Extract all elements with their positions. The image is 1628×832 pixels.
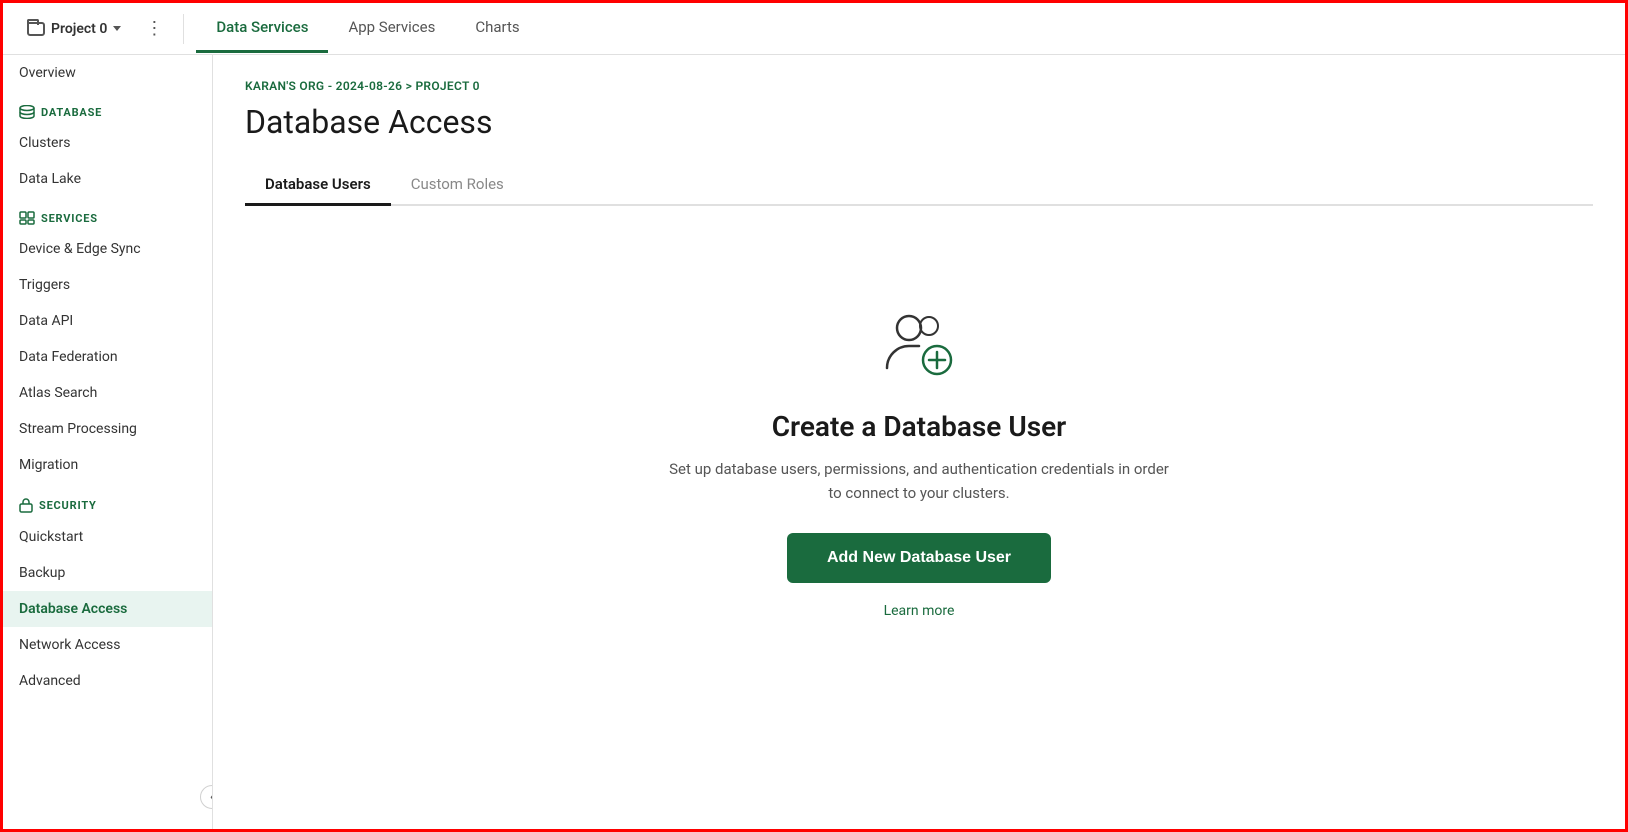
services-icon (19, 211, 35, 225)
folder-icon (27, 22, 45, 36)
lock-icon (19, 497, 33, 513)
empty-state: Create a Database User Set up database u… (245, 246, 1593, 679)
nav-tab-charts[interactable]: Charts (455, 4, 539, 53)
add-user-illustration (879, 306, 959, 386)
sidebar-item-stream-processing[interactable]: Stream Processing (3, 411, 212, 447)
nav-divider (183, 14, 184, 44)
sidebar-item-data-api[interactable]: Data API (3, 303, 212, 339)
database-icon (19, 105, 35, 119)
breadcrumb: KARAN'S ORG - 2024-08-26 > PROJECT 0 (245, 79, 1593, 93)
project-selector[interactable]: Project 0 (19, 17, 129, 41)
breadcrumb-arrow: > (406, 79, 416, 93)
nav-tab-data-services[interactable]: Data Services (196, 4, 328, 53)
empty-state-title: Create a Database User (772, 410, 1067, 443)
breadcrumb-date[interactable]: 2024-08-26 (336, 79, 403, 93)
tab-database-users[interactable]: Database Users (245, 165, 391, 206)
project-name: Project 0 (51, 21, 107, 37)
nav-tabs: Data Services App Services Charts (196, 4, 539, 53)
add-new-database-user-button[interactable]: Add New Database User (787, 533, 1051, 583)
main-content: KARAN'S ORG - 2024-08-26 > PROJECT 0 Dat… (213, 55, 1625, 829)
breadcrumb-org[interactable]: KARAN'S ORG (245, 79, 324, 93)
sidebar-item-device-edge-sync[interactable]: Device & Edge Sync (3, 231, 212, 267)
sidebar-item-backup[interactable]: Backup (3, 555, 212, 591)
learn-more-link[interactable]: Learn more (884, 603, 955, 619)
main-layout: Overview DATABASE Clusters Data Lake (3, 55, 1625, 829)
sidebar: Overview DATABASE Clusters Data Lake (3, 55, 213, 829)
sidebar-section-services: SERVICES (3, 197, 212, 231)
tab-custom-roles[interactable]: Custom Roles (391, 165, 524, 206)
breadcrumb-separator1: - (328, 79, 336, 93)
sidebar-item-clusters[interactable]: Clusters (3, 125, 212, 161)
sidebar-collapse-button[interactable] (200, 785, 213, 809)
page-title: Database Access (245, 103, 1593, 141)
chevron-down-icon (113, 26, 121, 31)
sidebar-item-quickstart[interactable]: Quickstart (3, 519, 212, 555)
more-options-icon[interactable]: ⋮ (137, 14, 171, 43)
empty-state-description: Set up database users, permissions, and … (669, 457, 1169, 505)
sidebar-item-data-lake[interactable]: Data Lake (3, 161, 212, 197)
sidebar-item-network-access[interactable]: Network Access (3, 627, 212, 663)
sidebar-item-data-federation[interactable]: Data Federation (3, 339, 212, 375)
sidebar-item-triggers[interactable]: Triggers (3, 267, 212, 303)
top-navigation: Project 0 ⋮ Data Services App Services C… (3, 3, 1625, 55)
breadcrumb-project[interactable]: PROJECT 0 (415, 79, 479, 93)
sidebar-item-migration[interactable]: Migration (3, 447, 212, 483)
content-tabs: Database Users Custom Roles (245, 165, 1593, 206)
sidebar-item-overview[interactable]: Overview (3, 55, 212, 91)
sidebar-item-advanced[interactable]: Advanced (3, 663, 212, 699)
sidebar-item-database-access[interactable]: Database Access (3, 591, 212, 627)
sidebar-item-atlas-search[interactable]: Atlas Search (3, 375, 212, 411)
nav-tab-app-services[interactable]: App Services (328, 4, 455, 53)
sidebar-section-database: DATABASE (3, 91, 212, 125)
sidebar-section-security: SECURITY (3, 483, 212, 519)
